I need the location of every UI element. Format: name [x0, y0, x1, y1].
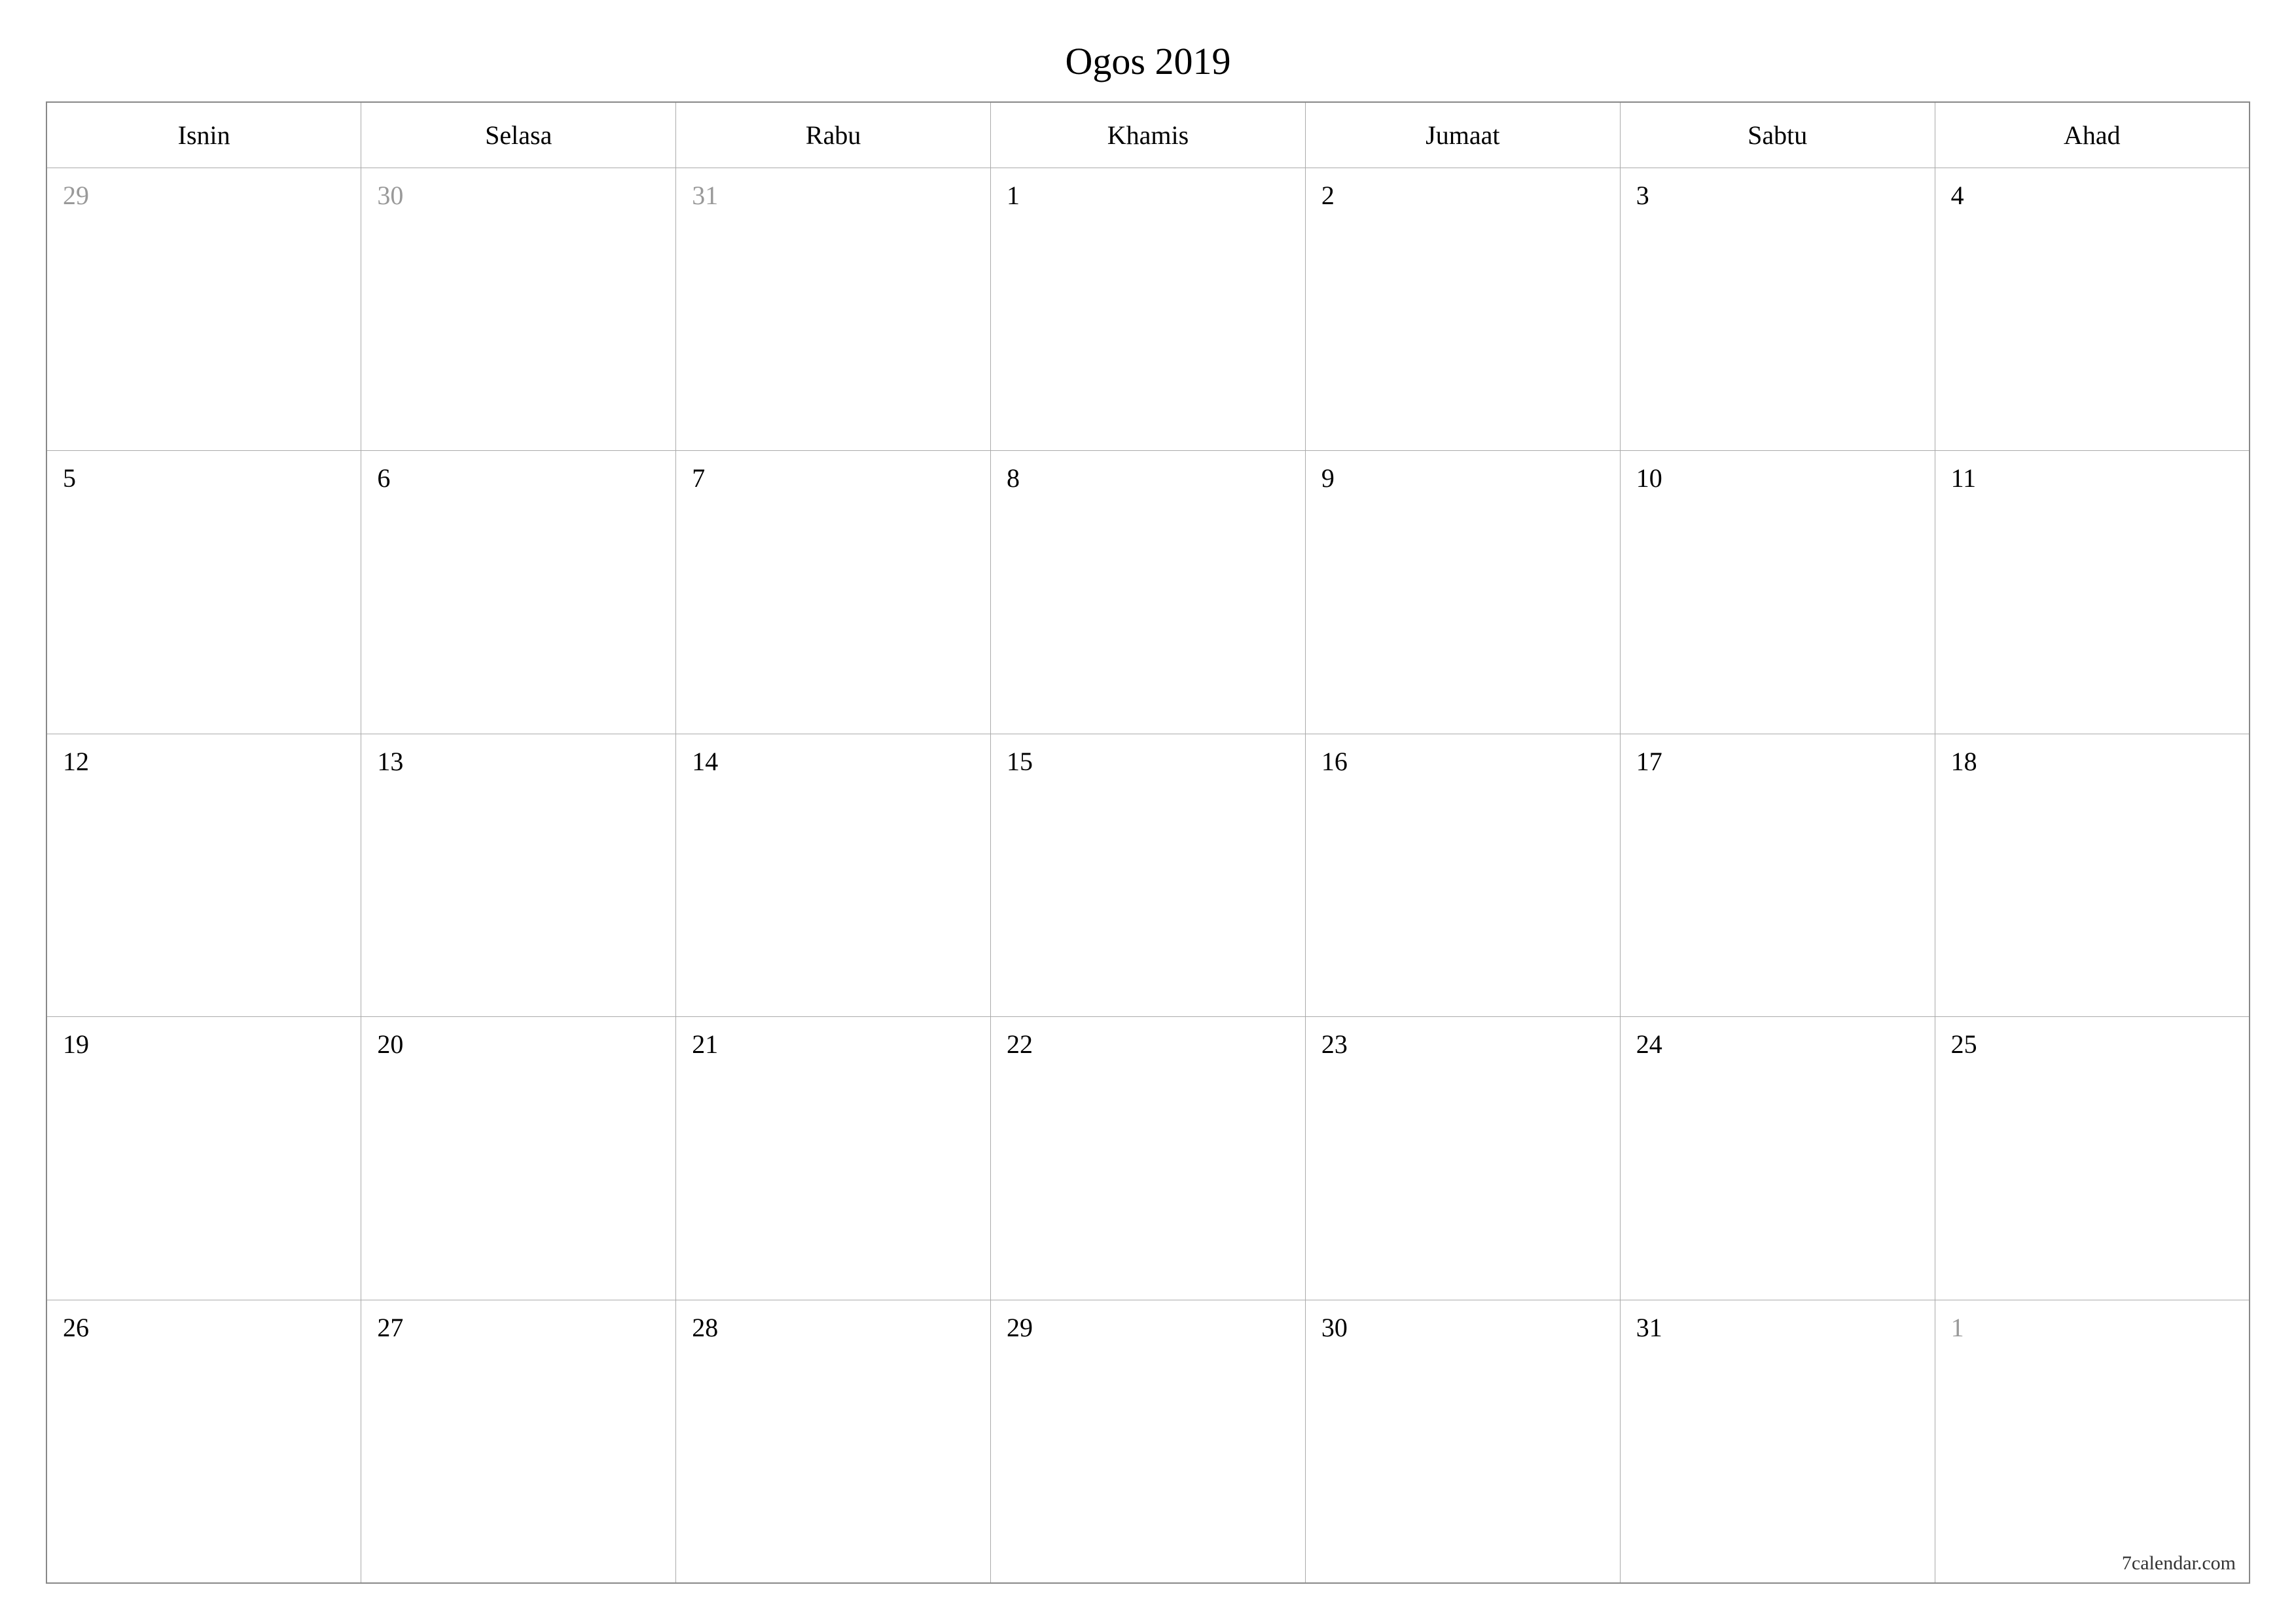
weekday-header: Jumaat — [1305, 102, 1620, 168]
calendar-day-cell: 4 — [1935, 168, 2250, 451]
calendar-grid: Isnin Selasa Rabu Khamis Jumaat Sabtu Ah… — [46, 101, 2250, 1584]
calendar-week-row: 19202122232425 — [46, 1017, 2250, 1300]
weekday-header-row: Isnin Selasa Rabu Khamis Jumaat Sabtu Ah… — [46, 102, 2250, 168]
calendar-day-cell: 5 — [46, 451, 361, 734]
calendar-title: Ogos 2019 — [46, 39, 2250, 83]
calendar-week-row: 12131415161718 — [46, 734, 2250, 1017]
calendar-day-cell: 18 — [1935, 734, 2250, 1017]
calendar-week-row: 2627282930311 — [46, 1300, 2250, 1583]
calendar-day-cell: 31 — [1620, 1300, 1935, 1583]
calendar-day-cell: 21 — [676, 1017, 991, 1300]
calendar-week-row: 567891011 — [46, 451, 2250, 734]
weekday-header: Ahad — [1935, 102, 2250, 168]
calendar-day-cell: 3 — [1620, 168, 1935, 451]
calendar-day-cell: 6 — [361, 451, 676, 734]
calendar-day-cell: 25 — [1935, 1017, 2250, 1300]
calendar-day-cell: 13 — [361, 734, 676, 1017]
calendar-day-cell: 2 — [1305, 168, 1620, 451]
calendar-week-row: 2930311234 — [46, 168, 2250, 451]
calendar-day-cell: 30 — [361, 168, 676, 451]
calendar-day-cell: 26 — [46, 1300, 361, 1583]
weekday-header: Rabu — [676, 102, 991, 168]
calendar-day-cell: 30 — [1305, 1300, 1620, 1583]
calendar-day-cell: 24 — [1620, 1017, 1935, 1300]
calendar-day-cell: 17 — [1620, 734, 1935, 1017]
footer-attribution: 7calendar.com — [2122, 1552, 2236, 1575]
calendar-day-cell: 9 — [1305, 451, 1620, 734]
calendar-day-cell: 27 — [361, 1300, 676, 1583]
calendar-day-cell: 19 — [46, 1017, 361, 1300]
calendar-day-cell: 11 — [1935, 451, 2250, 734]
calendar-day-cell: 10 — [1620, 451, 1935, 734]
calendar-day-cell: 14 — [676, 734, 991, 1017]
calendar-day-cell: 12 — [46, 734, 361, 1017]
calendar-day-cell: 1 — [1935, 1300, 2250, 1583]
weekday-header: Selasa — [361, 102, 676, 168]
weekday-header: Isnin — [46, 102, 361, 168]
calendar-day-cell: 28 — [676, 1300, 991, 1583]
calendar-day-cell: 22 — [991, 1017, 1306, 1300]
weekday-header: Sabtu — [1620, 102, 1935, 168]
calendar-day-cell: 7 — [676, 451, 991, 734]
weekday-header: Khamis — [991, 102, 1306, 168]
calendar-day-cell: 31 — [676, 168, 991, 451]
calendar-day-cell: 8 — [991, 451, 1306, 734]
calendar-day-cell: 16 — [1305, 734, 1620, 1017]
calendar-day-cell: 29 — [46, 168, 361, 451]
calendar-day-cell: 1 — [991, 168, 1306, 451]
calendar-day-cell: 15 — [991, 734, 1306, 1017]
calendar-day-cell: 20 — [361, 1017, 676, 1300]
calendar-day-cell: 29 — [991, 1300, 1306, 1583]
calendar-day-cell: 23 — [1305, 1017, 1620, 1300]
